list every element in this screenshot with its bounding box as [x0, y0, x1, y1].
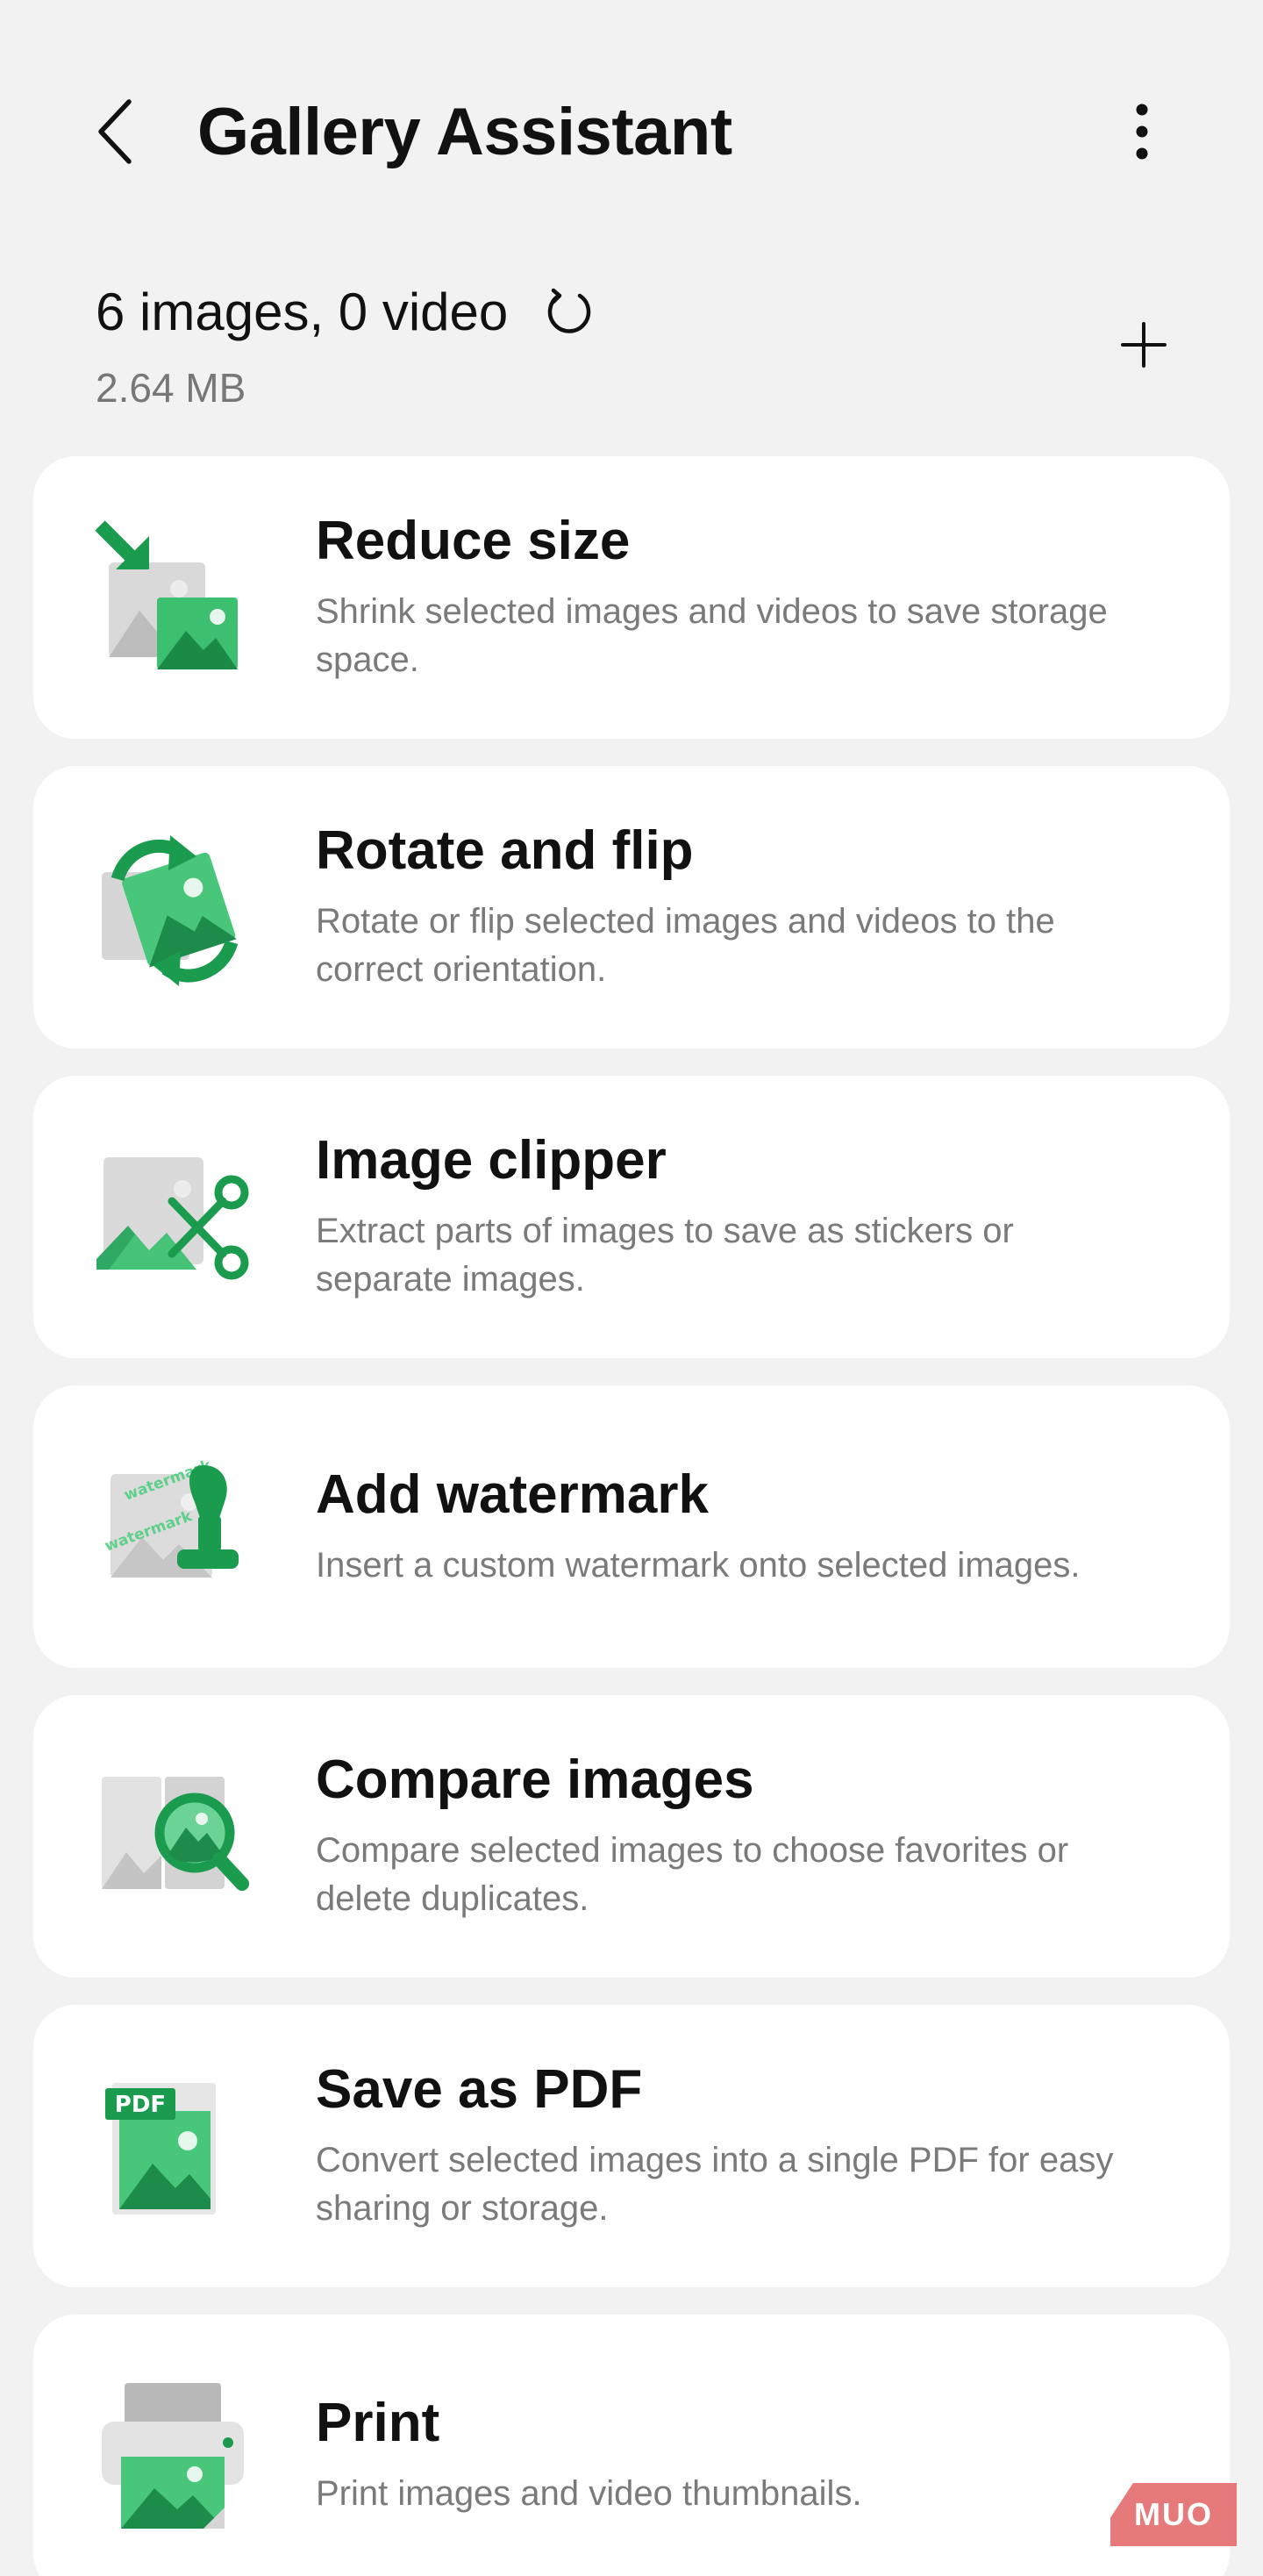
- tool-title: Add watermark: [316, 1463, 709, 1525]
- scissors-icon: [96, 1157, 249, 1280]
- tool-title: Compare images: [316, 1750, 754, 1811]
- muo-badge: MUO: [1110, 2483, 1237, 2546]
- tool-description: Extract parts of images to save as stick…: [316, 1212, 1014, 1299]
- app-header: Gallery Assistant: [0, 0, 1263, 228]
- rotate-flip-icon: [102, 835, 239, 986]
- tool-description: Rotate or flip selected images and video…: [316, 902, 1055, 990]
- chevron-left-icon: [98, 99, 132, 164]
- tool-description: Insert a custom watermark onto selected …: [316, 1546, 1081, 1585]
- tool-card-rotate-flip[interactable]: Rotate and flip Rotate or flip selected …: [33, 766, 1230, 1048]
- reduce-size-icon: [95, 520, 238, 669]
- tool-title: Rotate and flip: [316, 820, 694, 882]
- plus-icon: [1121, 322, 1167, 368]
- selection-count: 6 images, 0 video: [96, 282, 509, 341]
- tool-card-compare-images[interactable]: Compare images Compare selected images t…: [33, 1695, 1230, 1978]
- add-button[interactable]: [1110, 311, 1177, 378]
- tool-title: Reduce size: [316, 511, 631, 572]
- tool-description: Convert selected images into a single PD…: [316, 2141, 1114, 2229]
- tool-title: Image clipper: [316, 1130, 667, 1191]
- tool-description: Print images and video thumbnails.: [316, 2474, 862, 2514]
- tool-title: Print: [316, 2392, 440, 2453]
- magnifier-icon: [102, 1777, 249, 1891]
- tool-title: Save as PDF: [316, 2059, 643, 2121]
- tool-description: Compare selected images to choose favori…: [316, 1831, 1069, 1919]
- printer-icon: [102, 2383, 244, 2529]
- pdf-icon: PDF: [105, 2083, 216, 2215]
- back-button[interactable]: [84, 88, 146, 175]
- selection-summary: 6 images, 0 video: [96, 272, 597, 351]
- tool-card-print[interactable]: Print Print images and video thumbnails.: [33, 2315, 1230, 2576]
- selection-size: 2.64 MB: [96, 365, 246, 411]
- refresh-icon: [548, 288, 591, 333]
- tool-card-save-as-pdf[interactable]: PDF Save as PDF Convert selected images …: [33, 2005, 1230, 2287]
- more-vertical-icon: [1136, 104, 1148, 160]
- tool-card-add-watermark[interactable]: watermark watermark Add watermark Insert…: [33, 1385, 1230, 1668]
- tool-description: Shrink selected images and videos to sav…: [316, 592, 1108, 680]
- tool-card-image-clipper[interactable]: Image clipper Extract parts of images to…: [33, 1076, 1230, 1358]
- page-title: Gallery Assistant: [197, 94, 732, 169]
- refresh-button[interactable]: [541, 283, 597, 340]
- tool-card-reduce-size[interactable]: Reduce size Shrink selected images and v…: [33, 456, 1230, 739]
- stamp-icon: watermark watermark: [103, 1456, 239, 1578]
- more-options-button[interactable]: [1109, 88, 1175, 175]
- pdf-label: PDF: [115, 2092, 166, 2118]
